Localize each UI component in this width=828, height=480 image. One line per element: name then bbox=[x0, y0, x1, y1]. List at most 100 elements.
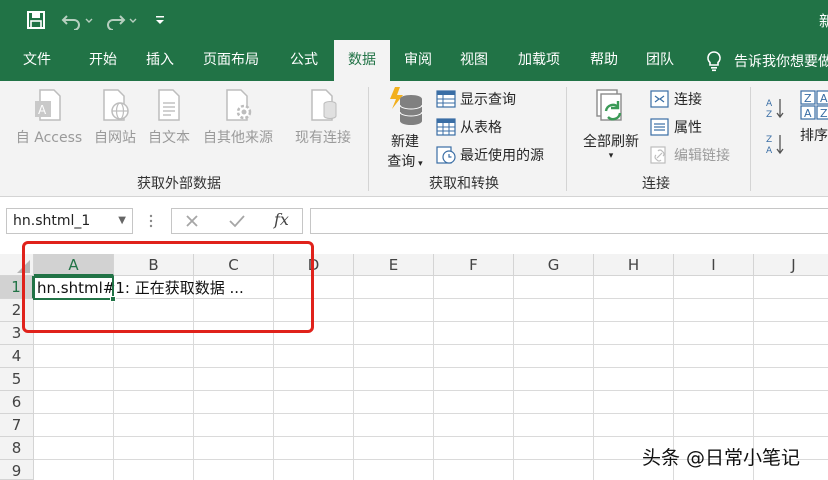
chevron-down-icon: ▾ bbox=[415, 159, 423, 169]
column-header-j[interactable]: J bbox=[754, 254, 828, 276]
ribbon-panel: A 自 Access 自网站 自文本 自其他来源 现有连接 获取外部数据 新建 … bbox=[0, 81, 828, 197]
row-header-9[interactable]: 9 bbox=[0, 460, 34, 480]
formula-bar-resize-handle[interactable] bbox=[148, 211, 154, 231]
gridline bbox=[34, 367, 828, 368]
from-access-button[interactable]: A 自 Access bbox=[12, 87, 86, 147]
redo-icon bbox=[107, 15, 137, 30]
svg-text:A: A bbox=[766, 146, 773, 156]
save-icon bbox=[27, 11, 45, 29]
tab-addins[interactable]: 加载项 bbox=[508, 40, 570, 81]
window-title: 新 bbox=[818, 12, 828, 30]
web-globe-icon bbox=[103, 89, 129, 121]
tell-me-label: 告诉我你想要做 bbox=[734, 53, 828, 70]
group-separator bbox=[566, 87, 567, 191]
sort-button[interactable]: Z A A Z 排序 bbox=[796, 89, 828, 145]
edit-links-label: 编辑链接 bbox=[674, 148, 730, 164]
edit-links-button[interactable]: 编辑链接 bbox=[650, 144, 730, 166]
customize-quick-access-button[interactable] bbox=[154, 9, 166, 31]
from-text-button[interactable]: 自文本 bbox=[142, 87, 196, 147]
column-header-e[interactable]: E bbox=[354, 254, 434, 276]
refresh-all-icon bbox=[596, 89, 622, 121]
lightbulb-icon bbox=[707, 50, 721, 71]
from-table-button[interactable]: 从表格 bbox=[436, 116, 502, 138]
from-web-label: 自网站 bbox=[94, 130, 136, 146]
new-query-button[interactable]: 新建 查询 ▾ bbox=[380, 85, 430, 171]
sort-label: 排序 bbox=[800, 128, 828, 144]
fx-icon: fx bbox=[274, 210, 289, 229]
show-queries-button[interactable]: 显示查询 bbox=[436, 88, 516, 110]
formula-input[interactable] bbox=[310, 208, 828, 234]
column-header-f[interactable]: F bbox=[434, 254, 514, 276]
tab-review[interactable]: 审阅 bbox=[394, 40, 442, 81]
svg-text:Z: Z bbox=[820, 107, 828, 120]
new-query-database-icon bbox=[390, 87, 423, 125]
name-box[interactable]: hn.shtml_1 ▼ bbox=[6, 208, 133, 234]
sort-ascending-button[interactable]: A Z bbox=[764, 97, 790, 120]
sort-z-to-a-icon: Z A bbox=[766, 135, 784, 156]
show-queries-icon bbox=[436, 90, 456, 108]
cancel-button[interactable] bbox=[184, 213, 200, 232]
tab-team[interactable]: 团队 bbox=[636, 40, 684, 81]
tab-data[interactable]: 数据 bbox=[334, 40, 390, 82]
group-label-get-transform: 获取和转换 bbox=[429, 176, 499, 192]
group-label-connections: 连接 bbox=[642, 176, 670, 192]
refresh-all-label: 全部刷新 bbox=[583, 134, 639, 150]
row-header-4[interactable]: 4 bbox=[0, 345, 34, 368]
from-web-button[interactable]: 自网站 bbox=[88, 87, 142, 147]
properties-icon bbox=[650, 118, 669, 136]
other-sources-gear-icon bbox=[226, 89, 252, 121]
group-separator bbox=[368, 87, 369, 191]
row-header-5[interactable]: 5 bbox=[0, 368, 34, 391]
chevron-down-icon: ▼ bbox=[118, 215, 126, 226]
sort-a-to-z-icon: A Z bbox=[766, 99, 784, 120]
svg-text:A: A bbox=[38, 103, 47, 117]
enter-button[interactable] bbox=[228, 213, 246, 232]
vertical-dots-icon bbox=[149, 214, 153, 228]
sort-grid-icon: Z A A Z bbox=[800, 90, 828, 120]
save-button[interactable] bbox=[26, 9, 46, 31]
group-separator bbox=[750, 87, 751, 191]
annotation-highlight-box bbox=[22, 241, 314, 333]
tab-insert[interactable]: 插入 bbox=[136, 40, 184, 81]
edit-links-icon bbox=[650, 146, 666, 164]
name-box-value: hn.shtml_1 bbox=[13, 213, 91, 229]
properties-button[interactable]: 属性 bbox=[650, 116, 702, 138]
tab-help[interactable]: 帮助 bbox=[580, 40, 628, 81]
tab-file[interactable]: 文件 bbox=[10, 40, 64, 81]
refresh-all-button[interactable]: 全部刷新 ▾ bbox=[578, 87, 644, 161]
undo-icon bbox=[61, 15, 93, 30]
undo-button[interactable] bbox=[60, 9, 94, 31]
new-query-label-text: 查询 bbox=[387, 154, 416, 170]
gridline bbox=[433, 276, 434, 480]
tab-home[interactable]: 开始 bbox=[76, 40, 130, 81]
sort-descending-button[interactable]: Z A bbox=[764, 133, 790, 156]
row-header-6[interactable]: 6 bbox=[0, 391, 34, 414]
chevron-down-icon: ▾ bbox=[608, 151, 614, 161]
row-header-7[interactable]: 7 bbox=[0, 414, 34, 437]
formula-bar: hn.shtml_1 ▼ fx bbox=[0, 197, 828, 246]
tab-formulas[interactable]: 公式 bbox=[280, 40, 328, 81]
recent-sources-button[interactable]: 最近使用的源 bbox=[436, 144, 544, 166]
row-header-8[interactable]: 8 bbox=[0, 437, 34, 460]
from-other-sources-button[interactable]: 自其他来源 bbox=[198, 87, 278, 147]
redo-button[interactable] bbox=[104, 9, 138, 31]
column-header-i[interactable]: I bbox=[674, 254, 754, 276]
from-other-sources-label: 自其他来源 bbox=[203, 130, 273, 146]
column-header-h[interactable]: H bbox=[594, 254, 674, 276]
properties-label: 属性 bbox=[674, 120, 702, 136]
access-database-icon: A bbox=[35, 89, 61, 121]
group-label-get-external-data: 获取外部数据 bbox=[137, 176, 221, 192]
title-bar: 新 bbox=[0, 0, 828, 40]
column-header-g[interactable]: G bbox=[514, 254, 594, 276]
checkmark-icon bbox=[229, 215, 245, 228]
existing-connections-label: 现有连接 bbox=[295, 130, 351, 146]
show-queries-label: 显示查询 bbox=[460, 92, 516, 108]
tab-view[interactable]: 视图 bbox=[450, 40, 498, 81]
connections-button[interactable]: 连接 bbox=[650, 88, 702, 110]
tell-me-search[interactable]: 告诉我你想要做 bbox=[704, 40, 828, 81]
formula-buttons: fx bbox=[171, 208, 303, 234]
insert-function-button[interactable]: fx bbox=[274, 210, 289, 229]
existing-connections-button[interactable]: 现有连接 bbox=[288, 87, 358, 147]
tab-page-layout[interactable]: 页面布局 bbox=[192, 40, 270, 81]
svg-text:A: A bbox=[820, 92, 828, 105]
